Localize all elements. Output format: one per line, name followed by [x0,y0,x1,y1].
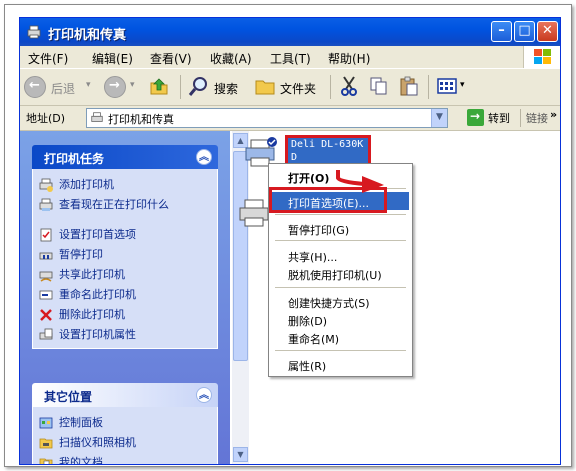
links-expand-icon[interactable]: » [550,108,557,121]
menu-help[interactable]: 帮助(H) [328,50,370,67]
views-icon [437,78,457,94]
toolbar-separator [428,75,429,99]
toolbar: ← 后退 ▾ → ▾ 搜索 文件夹 ▾ [20,69,560,106]
paste-icon [400,76,418,96]
collapse-chevron-icon[interactable]: ︽ [196,387,212,403]
links-label[interactable]: 链接 [526,110,548,126]
my-documents-icon [39,458,53,464]
printer-tasks-title: 打印机任务 [44,152,105,166]
close-button[interactable]: ✕ [537,21,558,42]
menu-favorites[interactable]: 收藏(A) [210,50,252,67]
minimize-icon: – [498,23,505,38]
menu-item-delete[interactable]: 删除(D) [272,310,409,328]
search-icon [188,77,207,96]
printer-tasks-panel: 添加打印机 查看现在正在打印什么 设置打印首选项 暂停打印 共享此打印机 重命名… [32,169,218,349]
menu-item-create-shortcut[interactable]: 创建快捷方式(S) [272,292,409,310]
scroll-down-arrow-icon[interactable]: ▼ [233,447,248,462]
rename-icon [39,290,53,300]
back-dropdown-icon[interactable]: ▾ [86,80,91,90]
printer-folder-icon [91,112,103,122]
menu-separator [275,214,406,215]
menu-file[interactable]: 文件(F) [28,50,68,67]
menu-item-properties[interactable]: 属性(R) [272,355,409,373]
forward-button[interactable]: → ▾ [104,75,140,99]
toolbar-separator [180,75,181,99]
menu-separator [275,240,406,241]
back-button[interactable]: ← 后退 ▾ [24,75,102,99]
windows-logo [523,46,560,68]
toolbar-separator [330,75,331,99]
folders-label: 文件夹 [280,82,317,96]
print-queue-icon [39,198,53,211]
control-panel-icon [39,417,53,429]
maximize-icon: □ [518,23,531,38]
close-icon: ✕ [542,23,553,38]
menu-item-use-offline[interactable]: 脱机使用打印机(U) [272,264,409,282]
address-bar: 地址(D) 打印机和传真 ▼ → 转到 链接 » [20,106,560,131]
menu-bar: 文件(F) 编辑(E) 查看(V) 收藏(A) 工具(T) 帮助(H) [20,46,560,69]
menu-item-rename[interactable]: 重命名(M) [272,328,409,346]
back-label: 后退 [51,82,76,96]
views-button[interactable]: ▾ [436,75,472,99]
address-label: 地址(D) [26,112,66,125]
up-folder-icon [150,78,168,95]
back-arrow-icon: ← [24,76,46,98]
annotation-arrow-icon [336,170,384,193]
share-printer-icon [39,271,53,282]
forward-dropdown-icon[interactable]: ▾ [130,80,135,90]
menu-edit[interactable]: 编辑(E) [92,50,133,67]
menu-view[interactable]: 查看(V) [150,50,192,67]
printer-tasks-header[interactable]: 打印机任务 ︽ [32,145,218,169]
scanner-camera-icon [39,438,53,449]
windows-flag-icon [534,49,551,64]
collapse-chevron-icon[interactable]: ︽ [196,149,212,165]
task-pane-scrollbar[interactable]: ▲ ▼ [232,131,249,464]
menu-item-pause-printing[interactable]: 暂停打印(G) [272,219,409,237]
menu-separator [275,287,406,288]
cut-button[interactable] [338,75,362,99]
search-button[interactable]: 搜索 [188,75,248,99]
go-arrow-icon[interactable]: → [467,109,484,126]
forward-arrow-icon: → [104,76,126,98]
menu-item-sharing[interactable]: 共享(H)... [272,246,409,264]
maximize-button[interactable]: □ [514,21,535,42]
scissors-icon [341,76,357,96]
address-value: 打印机和传真 [108,113,174,126]
menu-separator [275,350,406,351]
paste-button[interactable] [398,75,422,99]
properties-icon [39,328,53,340]
copy-icon [370,77,387,95]
menu-tools[interactable]: 工具(T) [270,50,311,67]
add-printer-icon [39,178,53,192]
other-places-header[interactable]: 其它位置 ︽ [32,383,218,407]
address-dropdown-icon[interactable]: ▼ [431,109,447,127]
go-label[interactable]: 转到 [488,110,510,126]
pause-icon [39,252,53,260]
views-dropdown-icon: ▾ [460,80,465,90]
printer-folder-icon [27,25,41,39]
up-folder-button[interactable] [148,75,172,99]
scroll-thumb[interactable] [233,151,248,361]
printer-icon[interactable] [236,196,272,228]
other-places-panel: 控制面板 扫描仪和照相机 我的文档 [32,407,218,464]
task-pane: 打印机任务 ︽ 添加打印机 查看现在正在打印什么 设置打印首选项 暂停打印 共享… [20,131,230,464]
folders-button[interactable]: 文件夹 [254,75,322,99]
search-label: 搜索 [214,82,239,96]
folder-icon [255,80,275,95]
delete-x-icon [40,309,52,321]
title-bar[interactable]: 打印机和传真 – □ ✕ [20,18,560,46]
preferences-icon [40,228,52,242]
address-input[interactable]: 打印机和传真 ▼ [86,108,448,128]
window-title: 打印机和传真 [48,28,127,43]
minimize-button[interactable]: – [491,21,512,42]
address-separator [520,109,521,127]
other-places-title: 其它位置 [44,390,93,404]
copy-button[interactable] [368,75,392,99]
